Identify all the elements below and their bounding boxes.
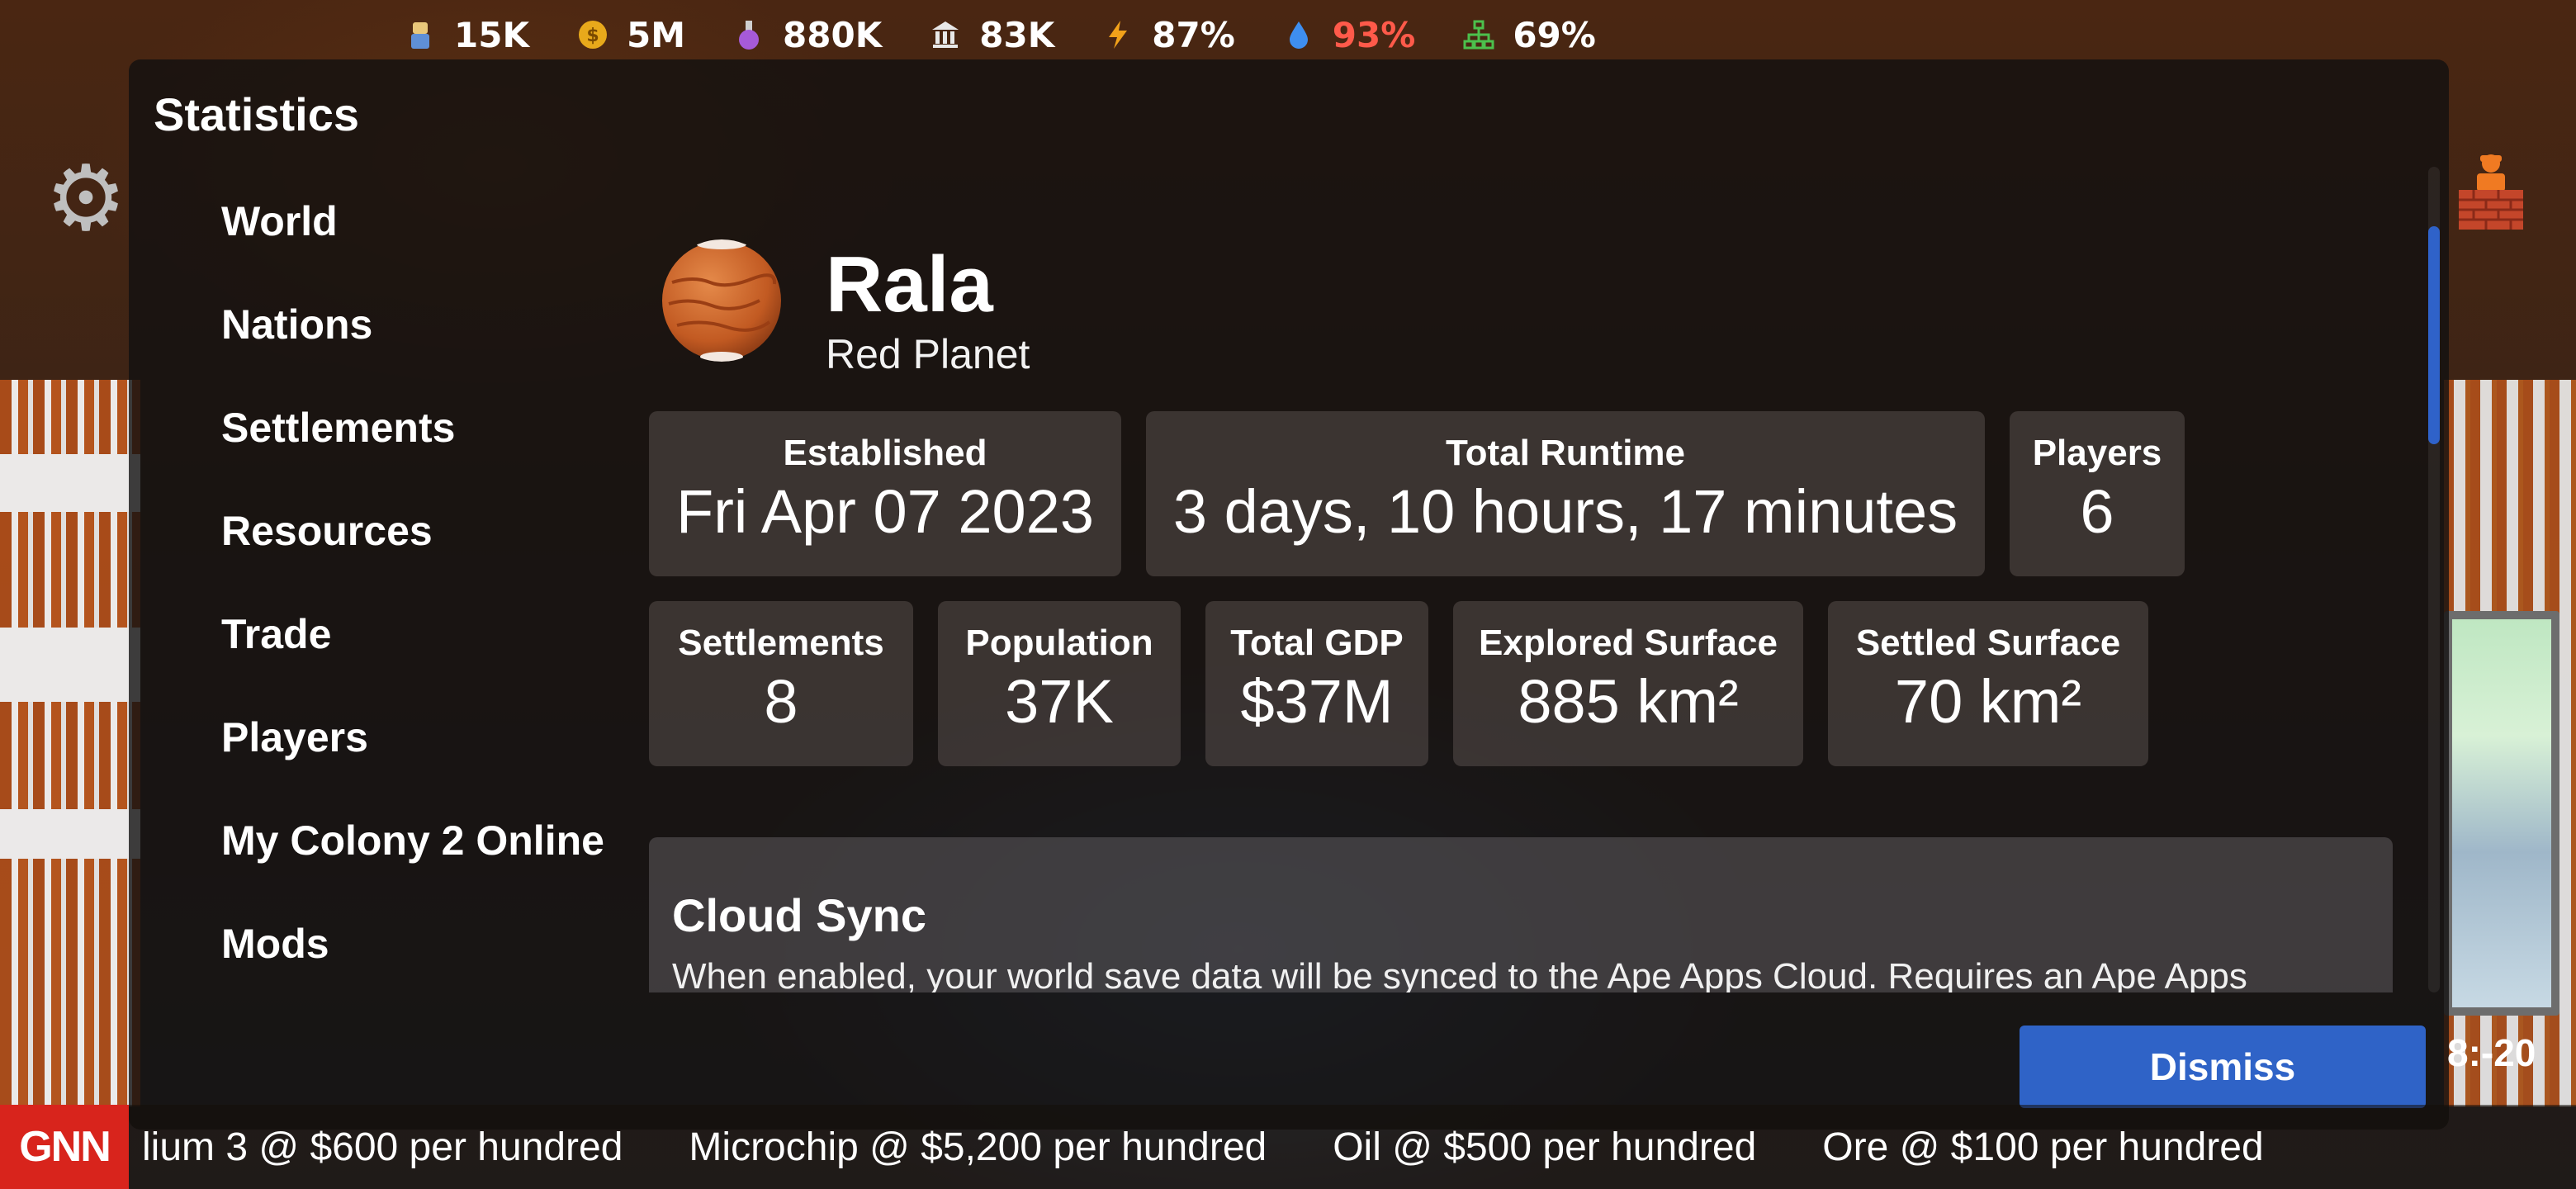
terrain-left (0, 380, 140, 1106)
resource-colonists[interactable]: 15K (405, 15, 529, 55)
stat-label: Population (965, 623, 1153, 663)
stat-card-settled-surface: Settled Surface 70 km² (1828, 601, 2148, 766)
dialog-title: Statistics (154, 88, 359, 140)
resource-network[interactable]: 69% (1463, 15, 1596, 55)
stat-value: 885 km² (1518, 667, 1739, 736)
stat-value: 8 (764, 667, 798, 736)
sidebar-item-players[interactable]: Players (221, 708, 604, 811)
resource-research[interactable]: 880K (733, 15, 882, 55)
resource-value: 93% (1332, 14, 1416, 55)
resource-power[interactable]: 87% (1102, 15, 1235, 55)
news-ticker: GNN lium 3 @ $600 per hundred Microchip … (0, 1105, 2576, 1189)
sidebar-item-mods[interactable]: Mods (221, 914, 604, 1017)
resource-value: 880K (783, 14, 883, 55)
stat-label: Total Runtime (1445, 433, 1686, 473)
cloud-sync-section: Cloud Sync When enabled, your world save… (649, 837, 2393, 992)
stat-card-explored-surface: Explored Surface 885 km² (1453, 601, 1803, 766)
stat-card-settlements: Settlements 8 (649, 601, 913, 766)
worker-build-icon[interactable] (2457, 152, 2525, 231)
stat-value: 37K (1005, 667, 1114, 736)
resource-value: 87% (1152, 14, 1235, 55)
ticker-item: Oil @ $500 per hundred (1333, 1125, 1757, 1169)
stat-label: Players (2032, 433, 2162, 473)
ticker-item: lium 3 @ $600 per hundred (142, 1125, 623, 1169)
building-structure (2444, 611, 2559, 1016)
gnn-logo: GNN (0, 1105, 129, 1189)
ticker-item: Ore @ $100 per hundred (1822, 1125, 2264, 1169)
sidebar-item-settlements[interactable]: Settlements (221, 398, 604, 501)
stat-card-established: Established Fri Apr 07 2023 (649, 411, 1121, 576)
sidebar-item-online[interactable]: My Colony 2 Online (221, 811, 604, 914)
resource-value: 5M (627, 14, 686, 55)
statistics-dialog: Statistics World Nations Settlements Res… (129, 59, 2449, 1130)
planet-icon (662, 239, 781, 362)
stat-label: Settled Surface (1855, 623, 2121, 663)
resource-value: 83K (979, 14, 1055, 55)
resource-water[interactable]: 93% (1283, 14, 1416, 55)
world-stats-panel[interactable]: Rala Red Planet Established Fri Apr 07 2… (649, 167, 2408, 992)
coin-icon: $ (577, 19, 608, 50)
network-icon (1463, 19, 1494, 50)
water-drop-icon (1283, 19, 1314, 50)
stat-value: Fri Apr 07 2023 (676, 477, 1094, 546)
resource-money[interactable]: $ 5M (577, 15, 685, 55)
cloud-sync-title: Cloud Sync (672, 889, 927, 941)
settings-gear-icon[interactable]: ⚙ (43, 153, 129, 244)
bank-icon (930, 19, 961, 50)
statistics-sidebar: World Nations Settlements Resources Trad… (221, 192, 604, 1017)
sidebar-item-world[interactable]: World (221, 192, 604, 295)
game-timer: 8:-20 (2447, 1031, 2536, 1074)
stat-card-players: Players 6 (2010, 411, 2185, 576)
stat-label: Explored Surface (1479, 623, 1778, 663)
stat-value: 70 km² (1894, 667, 2082, 736)
content-scrollbar[interactable] (2428, 167, 2440, 992)
stat-label: Established (783, 433, 987, 473)
resource-bar: 15K $ 5M 880K 83K 87% 93% 69% (405, 15, 1644, 55)
resource-value: 15K (454, 14, 529, 55)
resource-value: 69% (1513, 14, 1596, 55)
dismiss-button[interactable]: Dismiss (2020, 1026, 2426, 1108)
sidebar-item-resources[interactable]: Resources (221, 501, 604, 604)
ticker-item: Microchip @ $5,200 per hundred (689, 1125, 1267, 1169)
planet-info: Rala Red Planet (826, 239, 1030, 378)
potion-icon (733, 19, 765, 50)
svg-text:$: $ (586, 26, 599, 46)
cloud-sync-description: When enabled, your world save data will … (672, 956, 2247, 992)
stat-label: Total GDP (1230, 623, 1404, 663)
stat-value: 3 days, 10 hours, 17 minutes (1172, 477, 1958, 546)
stat-card-population: Population 37K (938, 601, 1181, 766)
colonist-icon (405, 19, 436, 50)
resource-civics[interactable]: 83K (930, 15, 1054, 55)
lightning-icon (1102, 19, 1134, 50)
stat-label: Settlements (678, 623, 884, 663)
ticker-items: lium 3 @ $600 per hundred Microchip @ $5… (142, 1105, 2330, 1189)
stat-value: 6 (2080, 477, 2114, 546)
stat-card-gdp: Total GDP $37M (1205, 601, 1428, 766)
planet-type: Red Planet (826, 331, 1030, 377)
sidebar-item-nations[interactable]: Nations (221, 295, 604, 398)
planet-name: Rala (826, 240, 993, 329)
stat-value: $37M (1240, 667, 1394, 736)
stat-card-runtime: Total Runtime 3 days, 10 hours, 17 minut… (1146, 411, 1985, 576)
sidebar-item-trade[interactable]: Trade (221, 604, 604, 708)
planet-header: Rala Red Planet (649, 239, 1030, 378)
scrollbar-thumb[interactable] (2428, 226, 2440, 444)
